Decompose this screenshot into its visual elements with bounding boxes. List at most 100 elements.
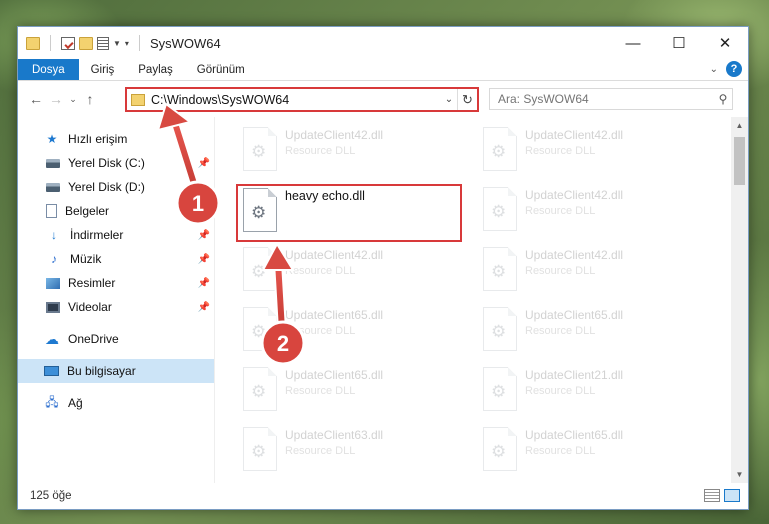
pin-icon[interactable]: 📌 xyxy=(198,302,210,313)
chevron-down-icon[interactable]: ▼ xyxy=(113,39,121,48)
file-item[interactable]: ⚙ UpdateClient42.dll Resource DLL xyxy=(477,243,697,297)
nav-item-local-disk-d[interactable]: Yerel Disk (D:) xyxy=(18,175,214,199)
disk-icon xyxy=(46,158,60,168)
nav-item-label: Yerel Disk (D:) xyxy=(68,180,145,194)
music-icon: ♪ xyxy=(51,252,57,266)
dll-file-icon: ⚙ xyxy=(243,247,277,291)
search-icon[interactable]: ⚲ xyxy=(714,92,732,106)
nav-network[interactable]: 🖧 Ağ xyxy=(18,391,214,415)
nav-item-pictures[interactable]: Resimler 📌 xyxy=(18,271,214,295)
expand-ribbon-icon[interactable]: ⌄ xyxy=(710,64,718,75)
window-controls: — ☐ ✕ xyxy=(610,27,748,59)
pin-icon[interactable]: 📌 xyxy=(198,254,210,265)
file-explorer-window: ▼ ▾ SysWOW64 — ☐ ✕ Dosya Giriş Paylaş Gö… xyxy=(17,26,749,510)
back-arrow-icon[interactable]: ← xyxy=(26,91,46,107)
nav-item-downloads[interactable]: ↓ İndirmeler 📌 xyxy=(18,223,214,247)
nav-onedrive[interactable]: ☁ OneDrive xyxy=(18,327,214,351)
address-row: ← → ⌄ ↑ C:\Windows\SysWOW64 ⌄ ↻ ⚲ xyxy=(18,81,748,117)
nav-item-videos[interactable]: Videolar 📌 xyxy=(18,295,214,319)
file-item[interactable]: ⚙ UpdateClient42.dll Resource DLL xyxy=(477,123,697,177)
tab-home[interactable]: Giriş xyxy=(79,59,127,80)
dll-file-icon: ⚙ xyxy=(483,127,517,171)
file-name: UpdateClient65.dll xyxy=(285,368,384,382)
nav-item-local-disk-c[interactable]: Yerel Disk (C:) 📌 xyxy=(18,151,214,175)
forward-arrow-icon[interactable]: → xyxy=(46,91,66,107)
pin-icon[interactable]: 📌 xyxy=(198,230,210,241)
vertical-scrollbar[interactable]: ▲ ▼ xyxy=(731,117,748,483)
address-bar[interactable]: C:\Windows\SysWOW64 ⌄ ↻ xyxy=(125,87,479,112)
videos-icon xyxy=(46,301,60,313)
computer-icon xyxy=(44,366,59,376)
customize-toolbar-icon[interactable]: ▾ xyxy=(125,39,129,48)
pictures-icon xyxy=(46,277,60,289)
pin-icon[interactable]: 📌 xyxy=(198,158,210,169)
tiles-view-icon[interactable] xyxy=(724,489,740,502)
nav-quick-access[interactable]: ★ Hızlı erişim xyxy=(18,127,214,151)
maximize-button[interactable]: ☐ xyxy=(656,27,702,59)
help-icon[interactable]: ? xyxy=(726,61,742,77)
scrollbar-thumb[interactable] xyxy=(734,137,745,185)
nav-item-label: Müzik xyxy=(70,252,102,266)
item-count: 125 öğe xyxy=(30,490,72,502)
folder-icon xyxy=(26,36,40,50)
file-name: UpdateClient42.dll xyxy=(525,188,624,202)
toolbar-divider xyxy=(138,35,140,51)
dll-file-icon: ⚙ xyxy=(243,367,277,411)
pin-icon[interactable]: 📌 xyxy=(198,278,210,289)
dll-file-icon: ⚙ xyxy=(483,187,517,231)
recent-locations-icon[interactable]: ⌄ xyxy=(66,94,80,105)
chevron-down-icon[interactable]: ⌄ xyxy=(441,94,457,105)
file-item[interactable]: ⚙ UpdateClient42.dll Resource DLL xyxy=(237,243,457,297)
search-box[interactable]: ⚲ xyxy=(489,88,733,110)
file-type: Resource DLL xyxy=(285,145,356,157)
file-name: UpdateClient21.dll xyxy=(525,368,624,382)
file-item[interactable]: ⚙ UpdateClient65.dll Resource DLL xyxy=(237,363,457,417)
title-bar: ▼ ▾ SysWOW64 — ☐ ✕ xyxy=(18,27,748,59)
scroll-down-icon[interactable]: ▼ xyxy=(731,466,748,483)
dll-file-icon: ⚙ xyxy=(483,307,517,351)
properties-icon[interactable] xyxy=(61,36,75,50)
file-item[interactable]: ⚙ UpdateClient21.dll Resource DLL xyxy=(477,363,697,417)
tab-file[interactable]: Dosya xyxy=(18,59,79,80)
file-item[interactable]: ⚙ UpdateClient63.dll Resource DLL xyxy=(237,423,457,477)
nav-item-music[interactable]: ♪ Müzik 📌 xyxy=(18,247,214,271)
file-name: UpdateClient42.dll xyxy=(285,248,384,262)
ribbon-tabs: Dosya Giriş Paylaş Görünüm ⌄ ? xyxy=(18,59,748,81)
file-item[interactable]: ⚙ UpdateClient65.dll Resource DLL xyxy=(237,303,457,357)
cloud-icon: ☁ xyxy=(45,330,59,347)
view-toggle xyxy=(704,489,740,502)
file-item[interactable]: ⚙ UpdateClient65.dll Resource DLL xyxy=(477,423,697,477)
download-icon: ↓ xyxy=(51,228,57,242)
details-view-icon[interactable] xyxy=(704,489,720,502)
minimize-button[interactable]: — xyxy=(610,27,656,59)
up-arrow-icon[interactable]: ↑ xyxy=(80,91,100,107)
file-type: Resource DLL xyxy=(525,385,596,397)
file-name: UpdateClient63.dll xyxy=(285,428,384,442)
nav-this-pc[interactable]: Bu bilgisayar xyxy=(18,359,214,383)
pin-icon[interactable]: 📌 xyxy=(198,206,210,217)
close-button[interactable]: ✕ xyxy=(702,27,748,59)
file-type: Resource DLL xyxy=(285,265,356,277)
file-item[interactable]: ⚙ UpdateClient42.dll Resource DLL xyxy=(237,123,457,177)
search-input[interactable] xyxy=(498,92,714,106)
nav-item-label: Videolar xyxy=(68,300,112,314)
nav-item-label: OneDrive xyxy=(68,332,119,346)
nav-item-label: İndirmeler xyxy=(70,228,124,242)
file-item[interactable]: ⚙ UpdateClient65.dll Resource DLL xyxy=(477,303,697,357)
new-folder-icon[interactable] xyxy=(79,36,93,50)
address-path[interactable]: C:\Windows\SysWOW64 xyxy=(151,93,441,107)
nav-item-documents[interactable]: Belgeler 📌 xyxy=(18,199,214,223)
nav-item-label: Hızlı erişim xyxy=(68,132,128,146)
tab-share[interactable]: Paylaş xyxy=(126,59,185,80)
file-type: Resource DLL xyxy=(525,445,596,457)
highlight-box xyxy=(236,184,462,242)
star-icon: ★ xyxy=(46,132,58,146)
tab-view[interactable]: Görünüm xyxy=(185,59,257,80)
dll-file-icon: ⚙ xyxy=(243,127,277,171)
refresh-icon[interactable]: ↻ xyxy=(457,89,477,110)
scroll-up-icon[interactable]: ▲ xyxy=(731,117,748,134)
nav-item-label: Ağ xyxy=(68,396,83,410)
file-item[interactable]: ⚙ UpdateClient42.dll Resource DLL xyxy=(477,183,697,237)
folder-icon xyxy=(131,93,145,106)
view-options-icon[interactable] xyxy=(97,36,109,50)
